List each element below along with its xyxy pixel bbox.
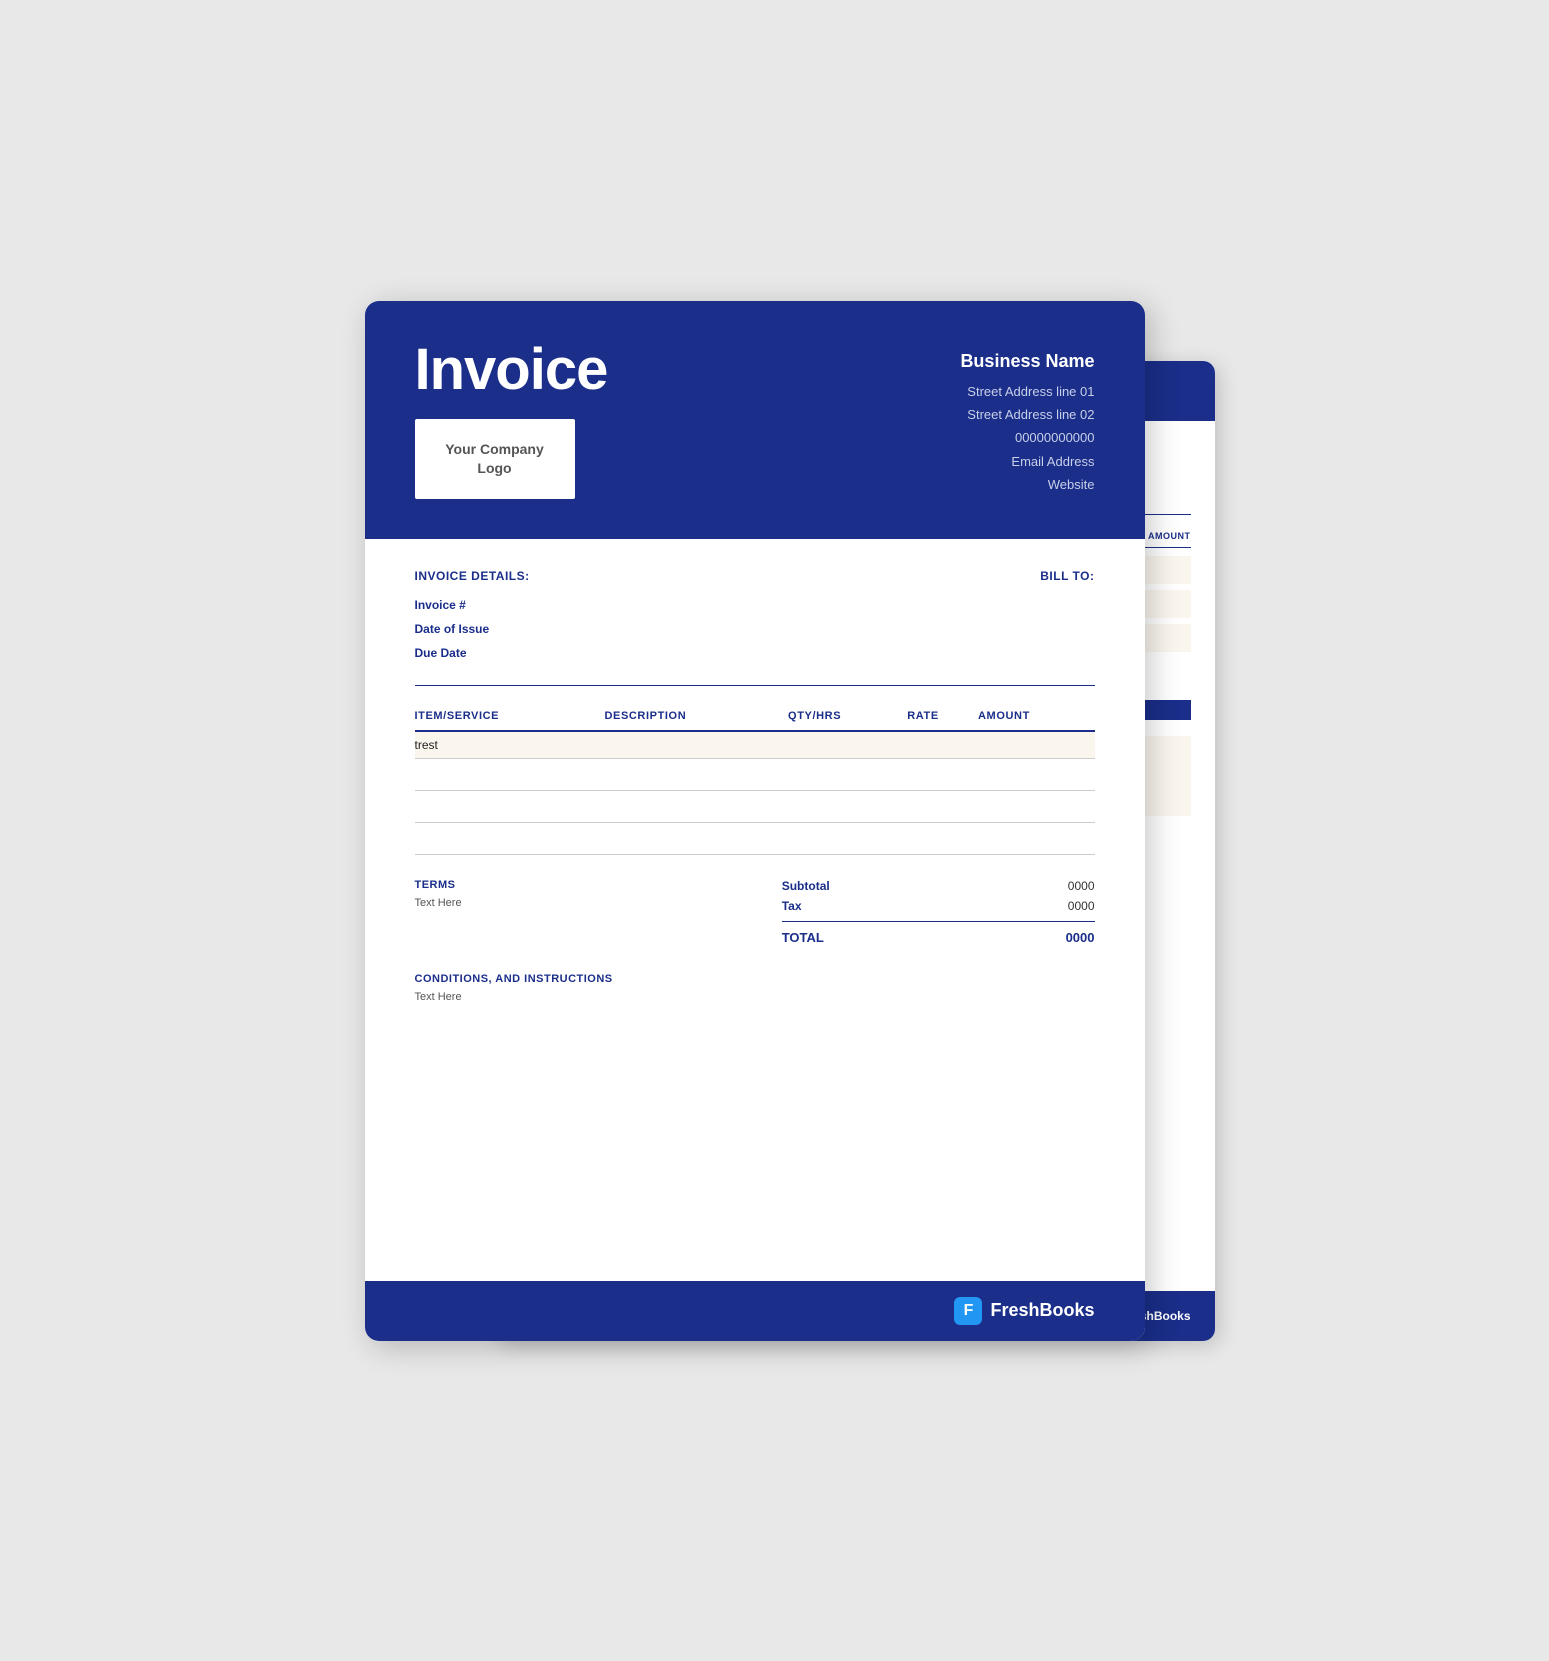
total-value: 0000 — [1066, 930, 1095, 945]
tax-label: Tax — [782, 899, 802, 913]
col-amount: AMOUNT — [978, 710, 1094, 731]
freshbooks-icon-letter: F — [964, 1302, 974, 1320]
date-of-issue-label: Date of Issue — [415, 617, 530, 641]
logo-line1: Your Company — [445, 441, 544, 457]
row1-desc — [604, 731, 788, 759]
invoice-header: Invoice Your Company Logo Business Name … — [365, 301, 1145, 539]
row4-amount — [978, 822, 1094, 854]
row2-amount — [978, 758, 1094, 790]
row1-item: trest — [415, 731, 605, 759]
conditions-section: CONDITIONS, AND INSTRUCTIONS Text Here — [415, 973, 1095, 1003]
col-description: DESCRIPTION — [604, 710, 788, 731]
business-name: Business Name — [960, 351, 1094, 372]
footer-left: TERMS Text Here — [415, 879, 687, 909]
subtotal-row: Subtotal 0000 — [782, 879, 1095, 893]
row4-desc — [604, 822, 788, 854]
row4-qty — [788, 822, 907, 854]
business-email: Email Address — [960, 450, 1094, 473]
business-website: Website — [960, 473, 1094, 496]
invoice-body: INVOICE DETAILS: Invoice # Date of Issue… — [365, 539, 1145, 1033]
subtotal-label: Subtotal — [782, 879, 830, 893]
row2-desc — [604, 758, 788, 790]
conditions-text: Text Here — [415, 991, 1095, 1003]
col-rate: RATE — [907, 710, 978, 731]
totals-divider — [782, 921, 1095, 922]
terms-heading: TERMS — [415, 879, 687, 891]
tax-value: 0000 — [1068, 899, 1095, 913]
invoice-footer: F FreshBooks — [365, 1281, 1145, 1341]
freshbooks-icon: F — [954, 1297, 982, 1325]
due-date-label: Due Date — [415, 641, 530, 665]
row3-rate — [907, 790, 978, 822]
footer-right: Subtotal 0000 Tax 0000 TOTAL 0000 — [782, 879, 1095, 945]
table-row: trest — [415, 731, 1095, 759]
row2-qty — [788, 758, 907, 790]
row3-desc — [604, 790, 788, 822]
col-qty-hrs: QTY/HRS — [788, 710, 907, 731]
table-row — [415, 822, 1095, 854]
terms-text: Text Here — [415, 897, 687, 909]
row1-qty — [788, 731, 907, 759]
row1-amount — [978, 731, 1094, 759]
footer-section: TERMS Text Here Subtotal 0000 Tax 0000 T… — [415, 879, 1095, 945]
total-label: TOTAL — [782, 930, 824, 945]
logo-box: Your Company Logo — [415, 419, 575, 499]
invoice-title: Invoice — [415, 341, 608, 399]
back-amount-header: AMOUNT — [1148, 531, 1191, 541]
row3-item — [415, 790, 605, 822]
row3-qty — [788, 790, 907, 822]
row1-rate — [907, 731, 978, 759]
business-address-2: Street Address line 02 — [960, 403, 1094, 426]
row2-item — [415, 758, 605, 790]
conditions-heading: CONDITIONS, AND INSTRUCTIONS — [415, 973, 1095, 985]
table-header-row: ITEM/SERVICE DESCRIPTION QTY/HRS RATE AM… — [415, 710, 1095, 731]
logo-line2: Logo — [477, 460, 511, 476]
details-divider — [415, 685, 1095, 686]
table-header: ITEM/SERVICE DESCRIPTION QTY/HRS RATE AM… — [415, 710, 1095, 731]
details-right: BILL TO: — [1040, 569, 1094, 583]
table-row — [415, 758, 1095, 790]
header-right: Business Name Street Address line 01 Str… — [960, 341, 1094, 497]
items-table: ITEM/SERVICE DESCRIPTION QTY/HRS RATE AM… — [415, 710, 1095, 855]
row4-item — [415, 822, 605, 854]
row3-amount — [978, 790, 1094, 822]
business-address-1: Street Address line 01 — [960, 380, 1094, 403]
col-item-service: ITEM/SERVICE — [415, 710, 605, 731]
freshbooks-name: FreshBooks — [990, 1300, 1094, 1321]
row2-rate — [907, 758, 978, 790]
details-left: INVOICE DETAILS: Invoice # Date of Issue… — [415, 569, 530, 665]
total-row: TOTAL 0000 — [782, 930, 1095, 945]
invoice-number-label: Invoice # — [415, 593, 530, 617]
invoice-details-heading: INVOICE DETAILS: — [415, 569, 530, 583]
invoice-front: Invoice Your Company Logo Business Name … — [365, 301, 1145, 1341]
bill-to-label: BILL TO: — [1040, 569, 1094, 583]
details-section: INVOICE DETAILS: Invoice # Date of Issue… — [415, 569, 1095, 665]
table-body: trest — [415, 731, 1095, 855]
tax-row: Tax 0000 — [782, 899, 1095, 913]
logo-text: Your Company Logo — [445, 440, 544, 476]
row4-rate — [907, 822, 978, 854]
header-left: Invoice Your Company Logo — [415, 341, 608, 499]
invoice-scene: INVOICE DETAILS: Invoice # 0000 Date of … — [365, 301, 1185, 1361]
freshbooks-logo: F FreshBooks — [954, 1297, 1094, 1325]
business-phone: 00000000000 — [960, 426, 1094, 449]
subtotal-value: 0000 — [1068, 879, 1095, 893]
table-row — [415, 790, 1095, 822]
